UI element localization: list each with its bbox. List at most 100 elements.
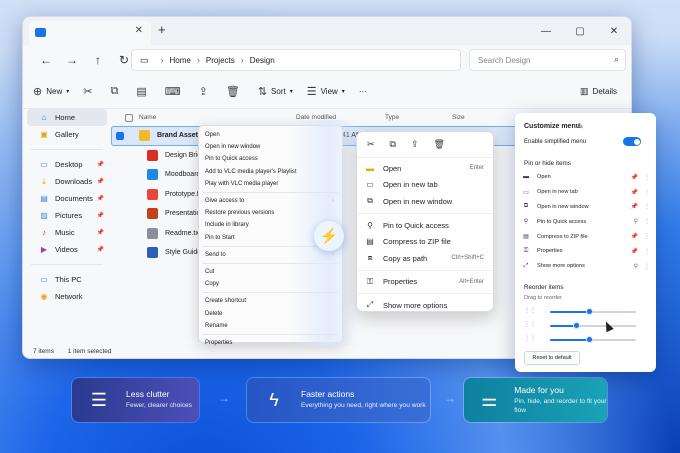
tab-design[interactable]: ✕: [29, 21, 151, 45]
select-all-checkbox[interactable]: [125, 113, 133, 122]
properties-icon: ⚿: [366, 276, 374, 286]
panel-item[interactable]: ⤢ Show more options ⚲ ⋮: [522, 259, 650, 274]
breadcrumb-projects[interactable]: Projects: [206, 56, 235, 65]
column-size[interactable]: Size: [452, 114, 465, 121]
sidebar-item-downloads[interactable]: ⤓ Downloads 📌: [27, 173, 107, 190]
address-bar[interactable]: ▭ › Home › Projects › Design: [131, 49, 461, 71]
pin-icon: 📌: [96, 196, 104, 202]
file-icon: [147, 227, 158, 239]
sidebar-item-gallery[interactable]: ▣ Gallery: [27, 126, 107, 143]
drag-handle-icon[interactable]: ⋮: [644, 189, 650, 196]
simplified-menu-item[interactable]: ▬ Open Enter: [357, 160, 493, 177]
simplified-menu-item[interactable]: ⚲ Pin to Quick access: [357, 217, 493, 234]
customize-menu-panel: Customize menu ✎ Enable simplified menu …: [515, 113, 656, 372]
column-type[interactable]: Type: [385, 114, 452, 121]
menu-item-label: Pin to Start: [205, 234, 235, 241]
column-name[interactable]: Name: [139, 114, 296, 121]
sidebar-item-network[interactable]: ◉ Network: [27, 288, 107, 305]
sidebar-item-home[interactable]: ⌂ Home: [27, 109, 107, 126]
pictures-icon: ▨: [40, 211, 48, 220]
pin-icon[interactable]: 📌: [631, 189, 638, 196]
forward-icon[interactable]: →: [59, 53, 85, 67]
menu-item-label: Include in library: [205, 222, 249, 229]
menu-item-label: Open in new window: [383, 196, 453, 206]
copy-button[interactable]: ⧉: [110, 85, 122, 98]
pin-icon[interactable]: ⚲: [634, 218, 638, 225]
drag-handle-icon[interactable]: ⋮: [644, 233, 650, 240]
reorder-slider[interactable]: ⋮⋮: [524, 322, 644, 330]
drag-handle-icon[interactable]: ⋮: [644, 248, 650, 255]
more-button[interactable]: ···: [359, 87, 367, 96]
panel-item[interactable]: ⧉ Open in new window 📌 ⋮: [522, 200, 650, 215]
sort-button[interactable]: ⇅ Sort ▾: [258, 85, 293, 98]
details-button[interactable]: ▥ Details: [580, 86, 617, 97]
new-button[interactable]: ⊕ New ▾: [33, 85, 69, 98]
search-input[interactable]: Search Design ⌕: [469, 49, 626, 71]
simplified-menu-item[interactable]: ⚿ Properties Alt+Enter: [357, 274, 493, 291]
sidebar-item-label: Videos: [55, 245, 78, 254]
share-button[interactable]: ⇪: [199, 85, 212, 98]
simplified-menu-toggle[interactable]: [623, 137, 641, 146]
panel-item[interactable]: ⚿ Properties 📌 ⋮: [522, 244, 650, 259]
close-tab-icon[interactable]: ✕: [135, 25, 143, 36]
scissors-icon[interactable]: ✂: [367, 139, 375, 150]
sidebar-item-pictures[interactable]: ▨ Pictures 📌: [27, 207, 107, 224]
drag-handle-icon[interactable]: ⋮: [644, 263, 650, 270]
simplified-menu-item[interactable]: ▭ Open in new tab: [357, 177, 493, 194]
menu-item-label: Show more options: [383, 300, 448, 310]
maximize-icon[interactable]: ▢: [563, 17, 597, 45]
up-icon[interactable]: ↑: [85, 53, 111, 67]
panel-item[interactable]: ⚲ Pin to Quick access ⚲ ⋮: [522, 214, 650, 229]
view-button[interactable]: ☰ View ▾: [307, 85, 345, 98]
panel-item[interactable]: ▤ Compress to ZIP file 📌 ⋮: [522, 229, 650, 244]
reorder-slider[interactable]: ⋮⋮: [524, 336, 644, 344]
sidebar-item-documents[interactable]: ▤ Documents 📌: [27, 190, 107, 207]
panel-item[interactable]: ▭ Open in new tab 📌 ⋮: [522, 185, 650, 200]
simplified-menu-item[interactable]: ▤ Compress to ZIP file: [357, 233, 493, 250]
delete-button[interactable]: 🗑: [226, 85, 244, 98]
sidebar-item-music[interactable]: ♪ Music 📌: [27, 224, 107, 241]
paste-button[interactable]: ▤: [136, 85, 150, 98]
drag-handle-icon[interactable]: ⋮: [644, 218, 650, 225]
back-icon[interactable]: ←: [33, 53, 59, 67]
minimize-icon[interactable]: —: [529, 17, 563, 45]
menu-item-label: Cut: [205, 268, 215, 275]
card-title: Faster actions: [301, 389, 355, 400]
simplified-menu-item[interactable]: ⧈ Copy as path Ctrl+Shift+C: [357, 250, 493, 267]
simplified-menu-item[interactable]: ⤢ Show more options: [357, 297, 493, 314]
cut-button[interactable]: ✂: [83, 85, 96, 98]
simplified-menu-item[interactable]: ⧉ Open in new window: [357, 193, 493, 210]
panel-item[interactable]: ▬ Open 📌 ⋮: [522, 170, 650, 185]
menu-item-label: Create shortcut: [205, 298, 247, 305]
breadcrumb-design[interactable]: Design: [250, 56, 275, 65]
row-checkbox[interactable]: [116, 131, 124, 140]
feature-card-clutter: ☰ Less clutter Fewer, clearer choices: [72, 378, 199, 422]
drag-handle-icon[interactable]: ⋮: [644, 174, 650, 181]
sidebar-item-this-pc[interactable]: ▭ This PC: [27, 271, 107, 288]
slider-knob[interactable]: [585, 336, 593, 343]
reorder-slider[interactable]: ⋮⋮: [524, 308, 644, 316]
sidebar-item-videos[interactable]: ▶ Videos 📌: [27, 241, 107, 258]
breadcrumb-home[interactable]: Home: [170, 56, 191, 65]
pin-icon[interactable]: 📌: [631, 233, 638, 240]
file-name[interactable]: Readme.txt: [165, 230, 201, 237]
close-window-icon[interactable]: ✕: [597, 17, 631, 45]
trash-icon[interactable]: 🗑: [434, 139, 445, 150]
pin-icon[interactable]: 📌: [631, 203, 638, 210]
pin-icon[interactable]: 📌: [631, 174, 638, 181]
sidebar-item-desktop[interactable]: ▭ Desktop 📌: [27, 156, 107, 173]
copy-icon[interactable]: ⧉: [390, 139, 396, 150]
pin-icon[interactable]: ⚲: [634, 263, 638, 270]
share-icon[interactable]: ⇪: [411, 139, 419, 150]
gallery-icon: ▣: [40, 130, 48, 139]
menu-item-label: Open: [205, 132, 220, 139]
paste-icon: ▤: [136, 86, 147, 98]
drag-handle-icon[interactable]: ⋮: [644, 203, 650, 210]
share-icon: ⇪: [198, 86, 208, 98]
rename-button[interactable]: ⌨: [165, 85, 185, 98]
new-tab-button[interactable]: +: [158, 22, 166, 37]
slider-knob[interactable]: [585, 308, 593, 315]
pin-icon[interactable]: 📌: [631, 248, 638, 255]
slider-knob[interactable]: [572, 322, 580, 329]
reset-button[interactable]: Reset to default: [524, 351, 580, 365]
